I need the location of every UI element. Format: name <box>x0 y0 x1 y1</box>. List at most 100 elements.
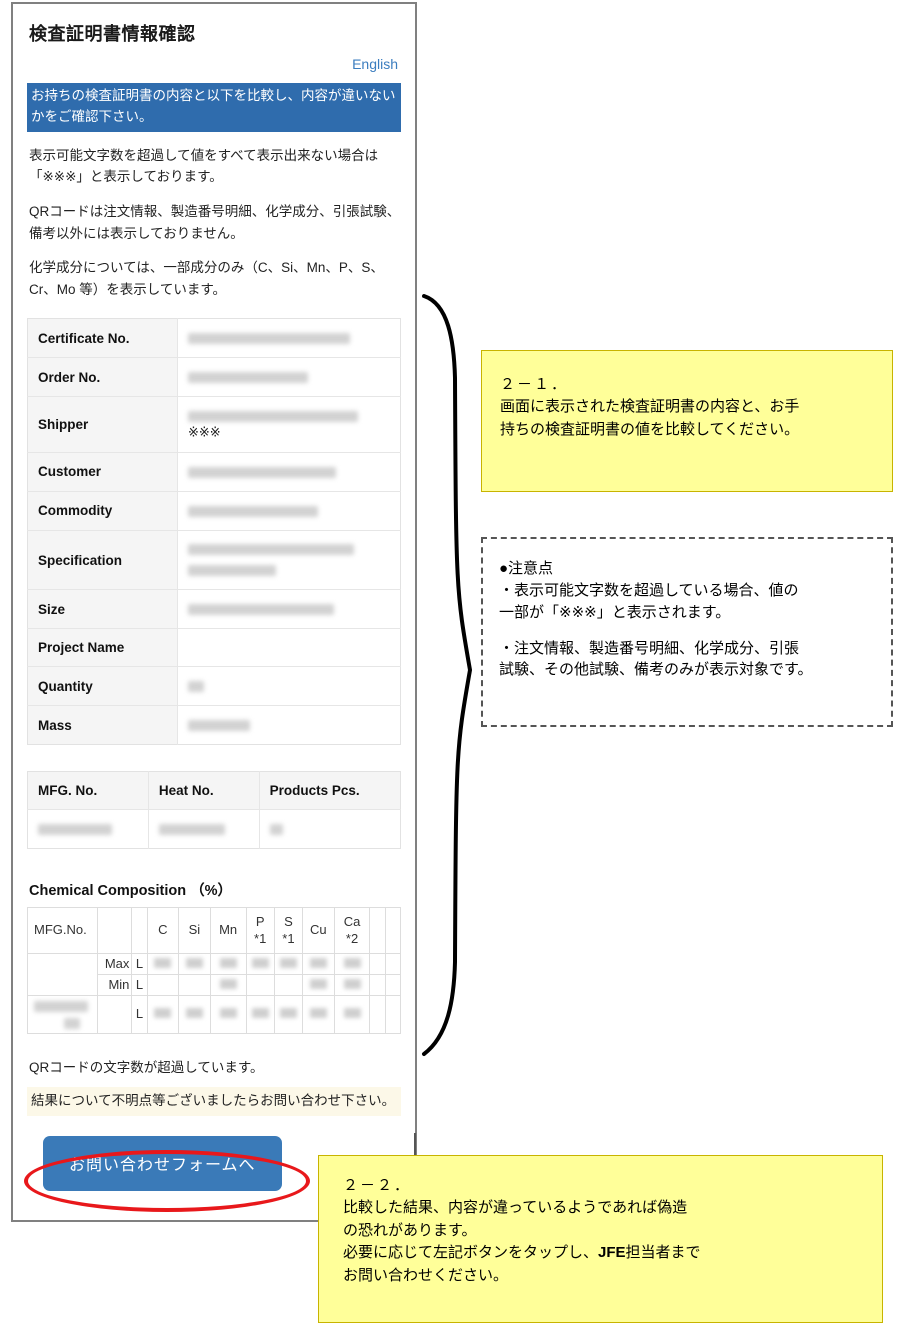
brace-annotation-connector <box>418 290 474 1065</box>
cautions-line2: 一部が「※※※」と表示されます。 <box>499 603 731 621</box>
redacted-value <box>185 957 203 968</box>
redacted-value <box>188 720 250 732</box>
chem-value-p <box>245 995 275 1034</box>
chem-row-mfgno <box>27 995 98 1034</box>
redacted-value <box>188 372 308 384</box>
chem-limit-label: Max <box>96 952 133 976</box>
language-switch-row: English <box>27 56 401 74</box>
redacted-value <box>279 1008 297 1019</box>
info-table-row: Order No. <box>27 357 401 398</box>
redacted-value <box>269 824 283 836</box>
chem-value-cu <box>302 952 335 976</box>
chem-blank-col-2 <box>384 952 402 976</box>
chem-header-unit <box>131 907 148 954</box>
chem-value-si <box>178 952 211 976</box>
info-row-label: Certificate No. <box>27 318 178 359</box>
truncation-marker: ※※※ <box>188 424 221 440</box>
annotation-2-2-line4: お問い合わせください。 <box>343 1266 509 1284</box>
chem-header-ca: Ca *2 <box>333 907 371 954</box>
annotation-2-2-line3-c: 担当者まで <box>625 1244 701 1261</box>
contact-form-button[interactable]: お問い合わせフォームへ <box>43 1136 282 1192</box>
info-row-label: Specification <box>27 530 178 591</box>
chem-value-p <box>245 974 275 997</box>
chem-value-c <box>146 995 180 1034</box>
mfg-table-cell <box>27 809 149 849</box>
chem-header-cu: Cu <box>302 907 335 954</box>
annotation-2-2-jfe: JFE <box>598 1244 626 1261</box>
info-row-value <box>177 530 401 591</box>
mfg-table-cell <box>259 810 400 849</box>
mfg-table-cell <box>148 809 260 849</box>
chem-value-ca <box>333 995 371 1034</box>
info-table-row: Size <box>27 589 401 630</box>
redacted-value <box>188 333 350 345</box>
contact-guidance-note: 結果について不明点等ございましたらお問い合わせ下さい。 <box>27 1086 401 1117</box>
chem-header-blank-2 <box>384 907 402 954</box>
redacted-value <box>188 681 204 693</box>
chem-limit-label: Min <box>96 974 133 997</box>
chem-unit-label: L <box>131 952 148 976</box>
annotation-2-2-line3: 必要に応じて左記ボタンをタップし、JFE担当者まで <box>343 1242 866 1265</box>
mfg-heat-table: MFG. No. Heat No. Products Pcs. <box>27 771 401 850</box>
chem-header-row: MFG.No. C Si Mn P *1 S *1 Cu Ca *2 <box>27 907 402 954</box>
annotation-2-2-line1: 比較した結果、内容が違っているようであれば偽造 <box>343 1199 688 1216</box>
mfg-table-header: Products Pcs. <box>259 771 401 811</box>
chem-header-p: P *1 <box>245 907 275 954</box>
redacted-value <box>188 466 336 478</box>
info-table-row: Specification <box>27 530 401 591</box>
redacted-value <box>343 1008 361 1019</box>
redacted-value <box>188 604 334 616</box>
chem-header-limit <box>96 907 133 954</box>
info-row-label: Quantity <box>27 666 178 707</box>
info-table-row: Quantity <box>27 666 401 707</box>
info-row-label: Commodity <box>27 491 178 531</box>
redacted-value <box>34 1001 88 1013</box>
chem-header-si: Si <box>178 907 211 954</box>
chem-header-mn: Mn <box>209 907 247 954</box>
chem-value-p <box>245 952 275 976</box>
chem-value-s <box>273 995 304 1034</box>
cautions-line3: ・注文情報、製造番号明細、化学成分、引張 <box>499 639 800 657</box>
info-row-value <box>177 491 401 531</box>
annotation-2-1-line2: 持ちの検査証明書の値を比較してください。 <box>500 420 800 438</box>
chem-blank-col-2 <box>384 974 402 997</box>
info-row-label: Mass <box>27 705 178 745</box>
info-paragraph-truncation: 表示可能文字数を超過して値をすべて表示出来ない場合は「※※※」と表示しております… <box>29 147 379 185</box>
info-row-value <box>177 318 401 359</box>
redacted-value <box>188 544 354 556</box>
redacted-value <box>158 824 225 836</box>
certificate-info-table: Certificate No. Order No. Shipper ※※※ Custom… <box>27 318 401 746</box>
chem-value-mn <box>209 995 247 1034</box>
chem-header-c: C <box>146 907 180 954</box>
annotation-2-2-line3-a: 必要に応じて左記ボタンをタップし、 <box>343 1244 599 1261</box>
chem-value-c <box>146 952 180 976</box>
info-row-value: ※※※ <box>177 396 401 453</box>
redacted-value-line2 <box>188 565 276 577</box>
info-row-label: Order No. <box>27 357 178 398</box>
chem-value-mn <box>209 952 247 976</box>
redacted-value <box>154 957 172 968</box>
info-row-value <box>177 628 401 668</box>
redacted-value-line2 <box>64 1017 80 1029</box>
chem-blank-col-1 <box>369 974 386 997</box>
empty-value <box>154 979 171 989</box>
qr-overflow-warning: QRコードの文字数が超過しています。 <box>29 1059 264 1075</box>
info-table-row: Customer <box>27 452 401 492</box>
info-row-value <box>177 452 401 492</box>
mfg-table-header: Heat No. <box>148 771 260 811</box>
chem-limit-label <box>96 995 133 1034</box>
page-title: 検査証明書情報確認 <box>29 24 196 44</box>
info-paragraph-chemical: 化学成分については、一部成分のみ（C、Si、Mn、P、S、Cr、Mo 等）を表示… <box>29 260 384 297</box>
phone-screen: 検査証明書情報確認 English お持ちの検査証明書の内容と以下を比較し、内容… <box>13 4 415 1220</box>
annotation-cautions-box: ●注意点 ・表示可能文字数を超過している場合、値の 一部が「※※※」と表示されま… <box>481 537 893 727</box>
info-row-label: Customer <box>27 452 178 492</box>
redacted-value <box>309 979 327 990</box>
english-language-link[interactable]: English <box>352 56 398 72</box>
redacted-value <box>188 411 358 423</box>
redacted-value <box>343 979 361 990</box>
redacted-value <box>251 957 269 968</box>
cautions-line4: 試験、その他試験、備考のみが表示対象です。 <box>499 661 813 679</box>
chem-value-cu <box>302 974 335 997</box>
redacted-value <box>219 1008 237 1019</box>
empty-value <box>280 979 297 989</box>
